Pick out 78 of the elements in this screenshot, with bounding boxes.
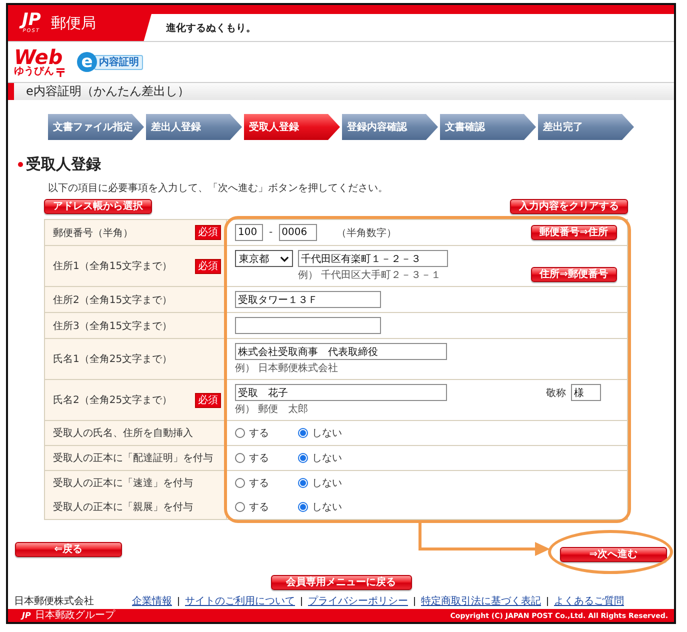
radio-label: する — [249, 477, 269, 490]
company-name: 日本郵便株式会社 — [14, 594, 94, 608]
radio-label: する — [249, 427, 269, 440]
field-label: 受取人の正本に「速達」を付与 — [53, 476, 193, 490]
radio-label: しない — [312, 427, 342, 440]
input-field[interactable]: 株式会社受取商事 代表取締役 — [235, 343, 447, 360]
input-field[interactable]: 受取 花子 — [235, 384, 447, 401]
postal-code-field[interactable]: 100 — [235, 224, 263, 241]
radio-label: する — [249, 501, 269, 514]
field-label: 受取人の正本に「配達証明」を付与 — [53, 452, 213, 465]
required-badge: 必須 — [195, 225, 221, 240]
logo-mark: e — [77, 52, 97, 72]
postal-lookup-button[interactable]: 郵便番号⇒住所 — [530, 225, 617, 240]
radio-label: しない — [312, 501, 342, 514]
radio-label: しない — [312, 477, 342, 490]
brand-name: 郵便局 — [50, 14, 96, 32]
required-badge: 必須 — [195, 258, 221, 274]
field-label: 住所1（全角15文字まで） — [53, 260, 172, 273]
code-separator: - — [269, 227, 273, 238]
example-text: 例） 郵便 太郎 — [235, 404, 308, 416]
radio-button[interactable] — [235, 478, 245, 488]
required-badge: 必須 — [195, 392, 221, 408]
clear-button[interactable]: 入力内容をクリアする — [510, 199, 628, 214]
input-field[interactable]: 千代田区有楽町１－２－３ — [298, 250, 448, 267]
honorific-field[interactable]: 様 — [571, 384, 601, 401]
address-book-button[interactable]: アドレス帳から選択 — [44, 199, 152, 214]
radio-button[interactable] — [235, 502, 245, 512]
honorific-label: 敬称 — [546, 386, 566, 400]
next-button[interactable]: ⇒次へ進む — [560, 547, 667, 562]
footer-link[interactable]: プライバシーポリシー — [308, 594, 408, 608]
page-title: e内容証明（かんたん差出し） — [26, 83, 190, 100]
step-indicator: 差出完了 — [538, 114, 634, 140]
radio-button[interactable] — [298, 478, 308, 488]
field-label: 受取人の正本に「親展」を付与 — [53, 500, 193, 514]
footer-link[interactable]: 企業情報 — [132, 594, 172, 608]
step-indicator: 受取人登録 — [244, 114, 340, 140]
footer-link[interactable]: 特定商取引法に基づく表記 — [421, 594, 541, 608]
slogan-text: 進化するぬくもり。 — [166, 22, 256, 34]
chevron-icon — [280, 256, 289, 262]
radio-button[interactable] — [235, 453, 245, 463]
field-label: 氏名2（全角25文字まで） — [53, 394, 172, 407]
input-field[interactable]: 受取タワー１３Ｆ — [235, 291, 381, 308]
step-indicator: 文書ファイル指定 — [48, 114, 144, 140]
member-menu-button[interactable]: 会員専用メニューに戻る — [270, 575, 412, 590]
field-label: 受取人の氏名、住所を自動挿入 — [53, 426, 193, 440]
instruction-text: 以下の項目に必要事項を入力して、「次へ進む」ボタンを押してください。 — [48, 183, 388, 195]
hint-text: （半角数字） — [336, 226, 397, 240]
radio-button[interactable] — [298, 453, 308, 463]
back-button[interactable]: ⇐戻る — [15, 542, 122, 557]
logo-subtext: ゆうびん — [14, 67, 54, 77]
section-heading: 受取人登録 — [26, 154, 101, 174]
radio-button[interactable] — [298, 502, 308, 512]
radio-label: する — [249, 452, 269, 465]
marker-icon — [8, 83, 14, 100]
field-label: 氏名1（全角25文字まで） — [53, 352, 172, 366]
field-label: 住所2（全角15文字まで） — [53, 294, 172, 306]
postal-mark-icon — [56, 68, 65, 76]
logo-text: Web — [14, 47, 64, 67]
field-label: 住所3（全角15文字まで） — [53, 320, 172, 332]
address-lookup-button[interactable]: 住所⇒郵便番号 — [530, 267, 617, 282]
step-indicator: 登録内容確認 — [342, 114, 438, 140]
footer-link[interactable]: よくあるご質問 — [554, 594, 624, 608]
example-text: 例） 日本郵便株式会社 — [235, 363, 338, 375]
radio-button[interactable] — [235, 428, 245, 438]
step-indicator: 差出人登録 — [146, 114, 242, 140]
postal-code-field[interactable]: 0006 — [278, 224, 317, 241]
prefecture-select[interactable]: 東京都 — [235, 250, 293, 267]
group-name: 日本郵政グループ — [34, 610, 115, 622]
example-text: 例） 千代田区大手町２－３－１ — [298, 270, 442, 282]
radio-button[interactable] — [298, 428, 308, 438]
footer-link[interactable]: サイトのご利用について — [185, 594, 295, 608]
radio-label: しない — [312, 452, 342, 465]
logo-text: 内容証明 — [94, 54, 143, 70]
step-indicator: 文書確認 — [440, 114, 536, 140]
bullet-icon — [18, 162, 23, 166]
field-label: 郵便番号（半角） — [53, 226, 133, 240]
input-field[interactable] — [235, 317, 381, 334]
logo-text: JP — [22, 611, 31, 620]
